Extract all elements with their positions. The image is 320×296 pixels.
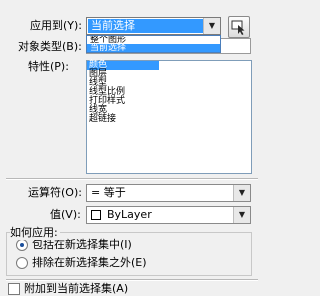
apply-to-label: 应用到(Y): bbox=[30, 19, 83, 32]
divider bbox=[6, 279, 258, 281]
color-swatch bbox=[91, 210, 101, 220]
value-text: ByLayer bbox=[107, 208, 152, 221]
append-checkbox[interactable] bbox=[8, 283, 20, 295]
list-item[interactable]: 图层 bbox=[87, 70, 251, 79]
chevron-down-icon[interactable]: ▼ bbox=[203, 18, 220, 34]
exclude-radio[interactable] bbox=[16, 257, 28, 269]
list-item[interactable]: 打印样式 bbox=[87, 97, 251, 106]
dropdown-option-current-selection[interactable]: 当前选择 bbox=[87, 44, 220, 52]
operator-value: = 等于 bbox=[91, 186, 126, 199]
value-combo[interactable]: ByLayer ▼ bbox=[86, 206, 251, 224]
chevron-down-icon[interactable]: ▼ bbox=[233, 185, 250, 201]
chevron-down-icon[interactable]: ▼ bbox=[233, 207, 250, 223]
select-objects-icon bbox=[231, 20, 245, 35]
list-item[interactable]: 超链接 bbox=[87, 115, 251, 124]
exclude-label[interactable]: 排除在新选择集之外(E) bbox=[32, 256, 147, 270]
operator-combo[interactable]: = 等于 ▼ bbox=[86, 184, 251, 202]
operator-label: 运算符(O): bbox=[28, 186, 82, 199]
divider bbox=[6, 178, 258, 180]
how-to-apply-label: 如何应用: bbox=[10, 226, 60, 240]
apply-to-dropdown-list[interactable]: 整个图形 当前选择 bbox=[86, 35, 221, 53]
include-radio[interactable] bbox=[16, 239, 28, 251]
apply-to-value: 当前选择 bbox=[88, 19, 203, 33]
properties-list[interactable]: 颜色 图层 线型 线型比例 打印样式 线宽 超链接 bbox=[86, 60, 252, 174]
properties-label: 特性(P): bbox=[28, 60, 69, 73]
object-type-label: 对象类型(B): bbox=[18, 40, 82, 53]
append-label[interactable]: 附加到当前选择集(A) bbox=[24, 282, 128, 296]
value-label: 值(V): bbox=[50, 208, 81, 221]
include-label[interactable]: 包括在新选择集中(I) bbox=[32, 238, 132, 252]
quick-select-button[interactable] bbox=[228, 16, 250, 38]
apply-to-combo[interactable]: 当前选择 ▼ bbox=[86, 17, 221, 35]
